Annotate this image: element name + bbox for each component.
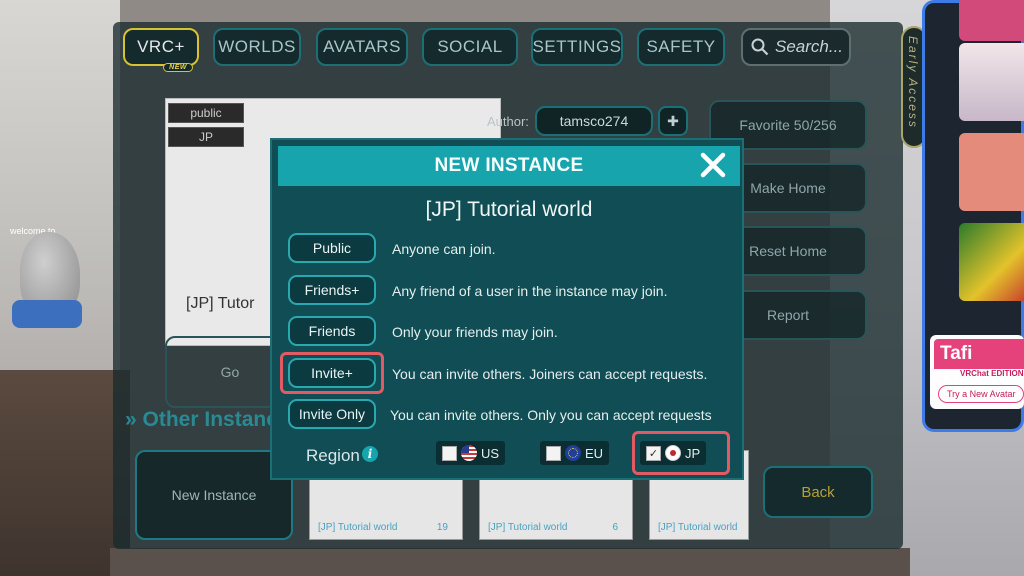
new-badge: NEW xyxy=(163,63,193,72)
back-button[interactable]: Back xyxy=(763,466,873,518)
info-icon[interactable]: i xyxy=(362,446,378,462)
invite-only-description: You can invite others. Only you can acce… xyxy=(390,407,712,423)
search-input[interactable]: Search... xyxy=(741,28,851,66)
close-icon xyxy=(700,152,726,178)
friends-button[interactable]: Friends xyxy=(288,316,376,346)
new-instance-dialog: NEW INSTANCE [JP] Tutorial world Public … xyxy=(270,138,744,480)
region-us-checkbox[interactable] xyxy=(442,445,457,461)
nav-vrc-plus[interactable]: VRC+ NEW xyxy=(123,28,199,72)
eu-flag-icon xyxy=(565,445,581,461)
public-description: Anyone can join. xyxy=(392,241,496,257)
region-tag: JP xyxy=(168,127,244,147)
region-eu-checkbox[interactable] xyxy=(546,445,561,461)
friends-plus-description: Any friend of a user in the instance may… xyxy=(392,283,668,299)
instance-card-title: [JP] Tutorial world xyxy=(318,522,398,533)
tafi-brand: Tafi Avatars xyxy=(934,339,1024,394)
search-icon xyxy=(751,38,769,56)
nav-avatars[interactable]: AVATARS xyxy=(316,28,408,66)
region-eu-label: EU xyxy=(585,445,604,461)
region-jp-label: JP xyxy=(685,445,701,461)
world-floor xyxy=(0,370,130,576)
public-button[interactable]: Public xyxy=(288,233,376,263)
nav-vrc-plus-label: VRC+ xyxy=(137,37,185,56)
featured-thumbnail[interactable] xyxy=(959,0,1024,41)
region-us-option[interactable]: US xyxy=(436,441,506,465)
invite-plus-description: You can invite others. Joiners can accep… xyxy=(392,366,708,382)
featured-thumbnail[interactable] xyxy=(959,43,1024,121)
visibility-tag: public xyxy=(168,103,244,123)
nav-safety[interactable]: SAFETY xyxy=(637,28,725,66)
invite-plus-button[interactable]: Invite+ xyxy=(288,358,376,388)
search-placeholder: Search... xyxy=(775,37,844,56)
featured-thumbnail[interactable] xyxy=(959,223,1024,301)
featured-thumbnail[interactable] xyxy=(959,133,1024,211)
instance-card-title: [JP] Tutorial world xyxy=(658,522,738,533)
region-us-label: US xyxy=(481,445,500,461)
region-jp-option[interactable]: ✓ JP xyxy=(640,441,707,465)
player-avatar-body xyxy=(12,300,82,328)
add-tag-button[interactable]: ✚ xyxy=(658,106,688,136)
tafi-edition: VRChat EDITION xyxy=(960,369,1024,378)
tag-icon: ✚ xyxy=(667,112,679,129)
us-flag-icon xyxy=(461,445,477,461)
nav-worlds[interactable]: WORLDS xyxy=(213,28,301,66)
instance-user-count: 19 xyxy=(436,522,448,533)
dialog-header: NEW INSTANCE xyxy=(278,146,740,186)
world-floor-bottom xyxy=(110,548,910,576)
friends-plus-button[interactable]: Friends+ xyxy=(288,275,376,305)
tafi-ad[interactable]: Tafi Avatars VRChat EDITION Try a New Av… xyxy=(930,335,1024,409)
dialog-title: NEW INSTANCE xyxy=(434,155,584,176)
world-name: [JP] Tutorial world xyxy=(425,198,593,221)
region-jp-checkbox[interactable]: ✓ xyxy=(646,445,661,461)
close-button[interactable] xyxy=(696,148,730,182)
world-preview-title: [JP] Tutor xyxy=(186,295,255,312)
double-chevron-icon: » xyxy=(125,408,137,431)
author-button[interactable]: tamsco274 xyxy=(535,106,653,136)
instance-user-count: 6 xyxy=(612,522,618,533)
nav-settings[interactable]: SETTINGS xyxy=(531,28,623,66)
instance-card-title: [JP] Tutorial world xyxy=(488,522,568,533)
region-label: Region xyxy=(306,446,360,465)
tafi-cta: Try a New Avatar xyxy=(938,385,1024,403)
nav-social[interactable]: SOCIAL xyxy=(422,28,518,66)
friends-description: Only your friends may join. xyxy=(392,324,558,340)
early-access-label: Early Access xyxy=(906,36,920,129)
region-eu-option[interactable]: EU xyxy=(540,441,610,465)
author-label: Author: xyxy=(487,114,529,129)
invite-only-button[interactable]: Invite Only xyxy=(288,399,376,429)
jp-flag-icon xyxy=(665,445,681,461)
